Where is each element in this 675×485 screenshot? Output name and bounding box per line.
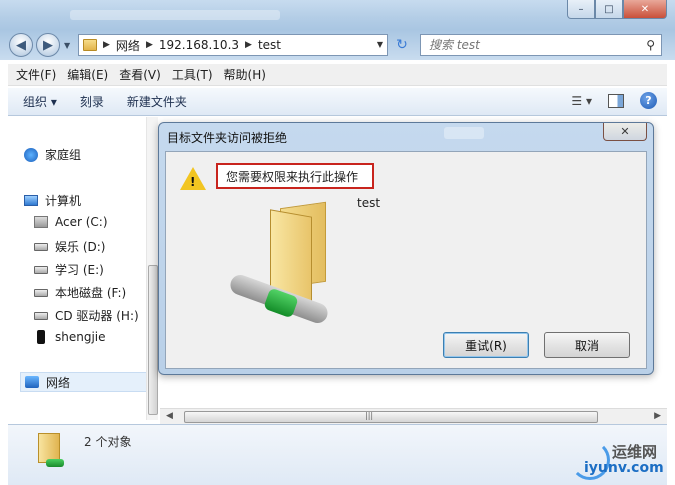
network-icon: [24, 375, 40, 389]
search-input[interactable]: [429, 38, 639, 52]
scroll-left-icon[interactable]: ◀: [166, 411, 173, 421]
sidebar-item-drive-c[interactable]: Acer (C:): [33, 215, 108, 229]
breadcrumb-host[interactable]: 192.168.10.3: [159, 38, 239, 52]
refresh-icon[interactable]: ↻: [391, 34, 413, 56]
cancel-button[interactable]: 取消: [544, 332, 630, 358]
menu-help[interactable]: 帮助(H): [224, 66, 266, 83]
menu-file[interactable]: 文件(F): [16, 66, 56, 83]
error-message-text: 您需要权限来执行此操作: [226, 169, 359, 184]
drive-icon: [33, 286, 49, 300]
sidebar-item-label: 学习 (E:): [55, 263, 104, 277]
breadcrumb-separator-icon[interactable]: ▶: [146, 40, 153, 50]
error-message: 您需要权限来执行此操作: [216, 163, 374, 189]
new-folder-button[interactable]: 新建文件夹: [127, 93, 187, 110]
sidebar-item-computer[interactable]: 计算机: [23, 192, 81, 209]
blurred-title: [70, 10, 280, 20]
dialog-body: ! 您需要权限来执行此操作 test 重试(R) 取消: [165, 151, 647, 369]
sidebar-item-label: 网络: [46, 375, 71, 390]
address-dropdown-icon[interactable]: ▼: [377, 40, 383, 49]
back-button[interactable]: ◀: [9, 33, 33, 57]
sidebar-scroll-thumb[interactable]: [148, 265, 158, 415]
exclamation-icon: !: [190, 175, 196, 189]
preview-pane-icon[interactable]: [608, 93, 624, 108]
sidebar-item-label: Acer (C:): [55, 215, 108, 229]
details-pane: 2 个对象: [8, 424, 667, 485]
menu-bar: 文件(F) 编辑(E) 查看(V) 工具(T) 帮助(H): [8, 64, 667, 86]
sidebar-item-label: 计算机: [45, 194, 82, 208]
forward-button[interactable]: ▶: [36, 33, 60, 57]
network-folder-icon: [38, 433, 64, 469]
sidebar-item-drive-e[interactable]: 学习 (E:): [33, 261, 104, 278]
folder-icon: [83, 39, 97, 51]
target-item-name: test: [357, 196, 381, 210]
recent-pages-dropdown[interactable]: ▼: [64, 41, 70, 50]
view-controls: ☰ ▾ ?: [571, 92, 657, 109]
address-bar[interactable]: ▶ 网络 ▶ 192.168.10.3 ▶ test ▼: [78, 34, 388, 56]
close-button[interactable]: ✕: [623, 0, 667, 19]
drive-icon: [33, 240, 49, 254]
sidebar-item-label: shengjie: [55, 330, 106, 344]
menu-edit[interactable]: 编辑(E): [67, 66, 108, 83]
maximize-button[interactable]: □: [595, 0, 623, 19]
dialog-close-button[interactable]: ✕: [603, 123, 647, 141]
content-horizontal-scrollbar[interactable]: ◀ ||| ▶: [160, 408, 667, 424]
breadcrumb-folder[interactable]: test: [258, 38, 281, 52]
scroll-right-icon[interactable]: ▶: [654, 411, 661, 421]
sidebar-item-drive-d[interactable]: 娱乐 (D:): [33, 238, 105, 255]
sidebar-item-label: CD 驱动器 (H:): [55, 309, 139, 323]
scroll-grip-icon: |||: [365, 411, 374, 420]
dialog-title: 目标文件夹访问被拒绝: [167, 131, 288, 145]
sidebar-item-label: 本地磁盘 (F:): [55, 286, 127, 300]
cd-drive-icon: [33, 309, 49, 323]
system-drive-icon: [33, 215, 49, 229]
computer-icon: [23, 194, 39, 208]
window-controls: – □ ✕: [567, 0, 667, 19]
navigation-pane: 家庭组 计算机 Acer (C:) 娱乐 (D:) 学习 (E:) 本地磁盘 (…: [8, 117, 154, 420]
watermark-text: 运维网: [612, 443, 658, 461]
sidebar-item-homegroup[interactable]: 家庭组: [23, 146, 81, 163]
help-icon[interactable]: ?: [640, 92, 657, 109]
sidebar-item-label: 娱乐 (D:): [55, 240, 106, 254]
breadcrumb-separator-icon[interactable]: ▶: [103, 40, 110, 50]
breadcrumb-network[interactable]: 网络: [116, 37, 140, 54]
window-title-bar: – □ ✕: [0, 0, 675, 30]
search-icon[interactable]: ⚲: [646, 38, 655, 52]
sidebar-item-drive-h[interactable]: CD 驱动器 (H:): [33, 307, 139, 324]
sidebar-item-phone[interactable]: shengjie: [33, 330, 106, 344]
command-bar: 组织 ▾ 刻录 新建文件夹 ☰ ▾ ?: [8, 88, 667, 116]
sidebar-item-drive-f[interactable]: 本地磁盘 (F:): [33, 284, 126, 301]
horizontal-scroll-thumb[interactable]: [184, 411, 598, 423]
menu-tools[interactable]: 工具(T): [172, 66, 213, 83]
search-box[interactable]: ⚲: [420, 34, 662, 56]
minimize-button[interactable]: –: [567, 0, 595, 19]
access-denied-dialog: 目标文件夹访问被拒绝 ✕ ! 您需要权限来执行此操作 test 重试(R) 取消: [158, 122, 654, 375]
organize-button[interactable]: 组织 ▾: [23, 93, 57, 110]
drive-icon: [33, 263, 49, 277]
item-count: 2 个对象: [84, 435, 132, 449]
sidebar-item-label: 家庭组: [45, 148, 82, 162]
network-folder-icon: [226, 197, 346, 335]
blurred-title-area: [444, 127, 484, 139]
sidebar-item-network[interactable]: 网络: [20, 372, 150, 392]
homegroup-icon: [23, 147, 39, 162]
sidebar-scrollbar[interactable]: [146, 117, 158, 420]
phone-icon: [33, 330, 49, 344]
watermark-url: iyunv.com: [584, 460, 664, 476]
menu-view[interactable]: 查看(V): [119, 66, 161, 83]
breadcrumb-separator-icon[interactable]: ▶: [245, 40, 252, 50]
view-options-icon[interactable]: ☰ ▾: [571, 94, 592, 108]
retry-button[interactable]: 重试(R): [443, 332, 529, 358]
burn-button[interactable]: 刻录: [80, 93, 104, 110]
